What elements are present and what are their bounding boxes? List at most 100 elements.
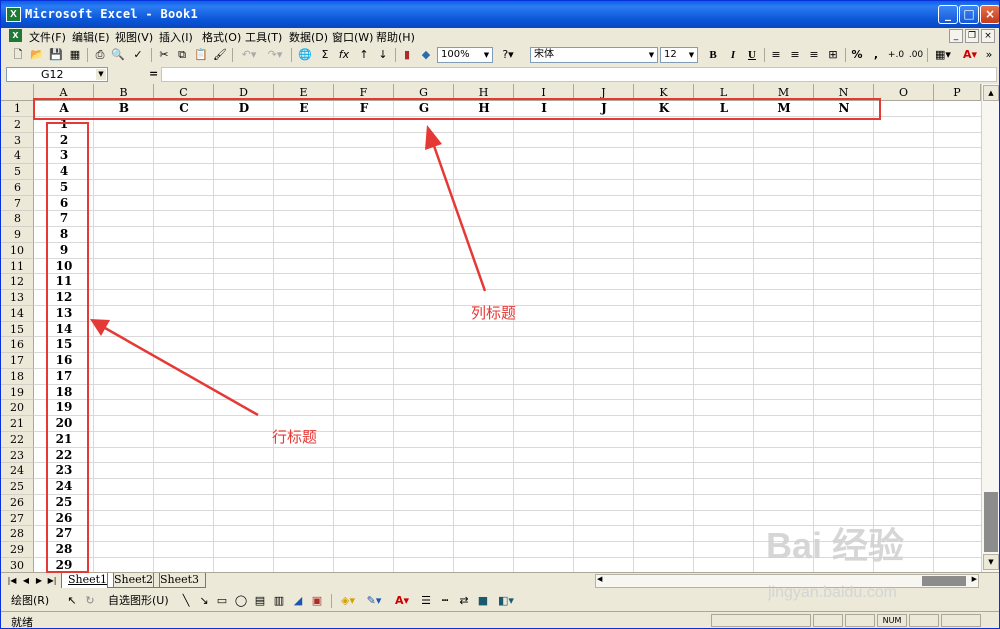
decrease-decimal-icon[interactable]: .00: [907, 47, 925, 63]
rectangle-icon[interactable]: ▭: [215, 593, 229, 609]
row-header[interactable]: 26: [1, 494, 34, 511]
row-header[interactable]: 1: [1, 101, 34, 117]
dash-style-icon[interactable]: ┅: [438, 593, 452, 609]
workbook-icon[interactable]: X: [9, 29, 22, 42]
font-name-select[interactable]: 宋体 ▼: [530, 47, 658, 63]
function-icon[interactable]: fx: [337, 47, 351, 63]
row-header[interactable]: 8: [1, 211, 34, 227]
menu-view[interactable]: 视图(V): [115, 29, 153, 45]
draw-menu[interactable]: 绘图(R): [11, 593, 67, 609]
doc-restore-button[interactable]: ❐: [965, 29, 979, 43]
comma-button[interactable]: ,: [869, 47, 883, 63]
row-header[interactable]: 4: [1, 148, 34, 164]
permission-icon[interactable]: ▦: [68, 47, 82, 63]
save-icon[interactable]: 💾: [49, 47, 63, 63]
last-sheet-icon[interactable]: ▶|: [47, 575, 57, 587]
row-header[interactable]: 22: [1, 431, 34, 448]
row-header[interactable]: 6: [1, 179, 34, 196]
row-header[interactable]: 27: [1, 510, 34, 527]
vertical-textbox-icon[interactable]: ▥: [272, 593, 286, 609]
menu-insert[interactable]: 插入(I): [159, 29, 193, 45]
copy-icon[interactable]: ⧉: [175, 47, 189, 63]
select-all-corner[interactable]: [1, 84, 34, 101]
sort-ascending-icon[interactable]: ↑: [357, 47, 371, 63]
menu-data[interactable]: 数据(D): [289, 29, 328, 45]
row-header[interactable]: 2: [1, 116, 34, 133]
formula-input[interactable]: [161, 67, 997, 82]
zoom-select[interactable]: 100% ▼: [437, 47, 493, 63]
excel-app-icon[interactable]: X: [6, 7, 21, 22]
scroll-right-icon[interactable]: ▶: [972, 575, 977, 583]
row-header[interactable]: 14: [1, 305, 34, 322]
line-icon[interactable]: ╲: [179, 593, 193, 609]
row-header[interactable]: 9: [1, 227, 34, 243]
row-header[interactable]: 11: [1, 258, 34, 275]
paste-icon[interactable]: 📋: [194, 47, 208, 63]
vertical-scroll-thumb[interactable]: [984, 492, 998, 552]
autoshapes-menu[interactable]: 自选图形(U): [108, 593, 178, 609]
rotate-icon[interactable]: ↻: [83, 593, 97, 609]
undo-icon[interactable]: ↶▾: [239, 47, 259, 63]
column-header-p[interactable]: P: [934, 84, 981, 101]
wordart-icon[interactable]: ◢: [291, 593, 305, 609]
align-right-icon[interactable]: ≡: [807, 47, 821, 63]
oval-icon[interactable]: ◯: [234, 593, 248, 609]
print-preview-icon[interactable]: 🔍: [111, 47, 125, 63]
line-color-icon[interactable]: ✎▾: [363, 593, 385, 609]
row-header[interactable]: 23: [1, 447, 34, 464]
close-button[interactable]: ×: [980, 5, 999, 24]
menu-format[interactable]: 格式(O): [202, 29, 241, 45]
font-size-select[interactable]: 12 ▼: [660, 47, 698, 63]
sort-descending-icon[interactable]: ↓: [376, 47, 390, 63]
redo-icon[interactable]: ↷▾: [265, 47, 285, 63]
spelling-icon[interactable]: ✓: [131, 47, 145, 63]
row-header[interactable]: 16: [1, 337, 34, 353]
row-header[interactable]: 30: [1, 557, 34, 572]
toolbar-options-icon[interactable]: »: [984, 47, 994, 63]
row-header[interactable]: 28: [1, 526, 34, 542]
shadow-icon[interactable]: ■: [476, 593, 490, 609]
percent-button[interactable]: %: [850, 47, 864, 63]
3d-style-icon[interactable]: ◧▾: [495, 593, 517, 609]
bold-button[interactable]: B: [706, 47, 720, 63]
menu-tools[interactable]: 工具(T): [245, 29, 282, 45]
font-color-icon[interactable]: A▾: [959, 47, 981, 63]
draw-font-color-icon[interactable]: A▾: [391, 593, 413, 609]
print-icon[interactable]: ⎙: [93, 47, 107, 63]
doc-close-button[interactable]: ×: [981, 29, 995, 43]
name-box[interactable]: G12 ▼: [6, 67, 108, 82]
horizontal-scroll-thumb[interactable]: [922, 576, 966, 586]
row-header[interactable]: 21: [1, 416, 34, 432]
autosum-icon[interactable]: Σ: [318, 47, 332, 63]
row-header[interactable]: 13: [1, 290, 34, 306]
arrow-icon[interactable]: ↘: [197, 593, 211, 609]
scroll-left-icon[interactable]: ◀: [597, 575, 602, 583]
underline-button[interactable]: U: [745, 47, 759, 63]
row-header[interactable]: 5: [1, 164, 34, 180]
select-objects-icon[interactable]: ↖: [65, 593, 79, 609]
help-icon[interactable]: ?▾: [498, 47, 518, 63]
column-header-o[interactable]: O: [874, 84, 934, 101]
maximize-button[interactable]: □: [959, 5, 979, 24]
next-sheet-icon[interactable]: ▶: [34, 575, 44, 587]
row-header[interactable]: 15: [1, 321, 34, 338]
row-header[interactable]: 3: [1, 132, 34, 149]
textbox-icon[interactable]: ▤: [253, 593, 267, 609]
hyperlink-icon[interactable]: 🌐: [298, 47, 312, 63]
scroll-down-icon[interactable]: ▼: [983, 554, 999, 570]
row-header[interactable]: 29: [1, 542, 34, 558]
row-header[interactable]: 10: [1, 242, 34, 259]
row-header[interactable]: 12: [1, 274, 34, 290]
drawing-icon[interactable]: ◆: [419, 47, 433, 63]
line-style-icon[interactable]: ☰: [419, 593, 433, 609]
menu-file[interactable]: 文件(F): [29, 29, 66, 45]
row-header[interactable]: 19: [1, 384, 34, 401]
sheet-tab-sheet3[interactable]: Sheet3: [153, 573, 207, 588]
row-header[interactable]: 24: [1, 463, 34, 479]
prev-sheet-icon[interactable]: ◀: [21, 575, 31, 587]
open-icon[interactable]: 📂: [30, 47, 44, 63]
first-sheet-icon[interactable]: |◀: [7, 575, 17, 587]
scroll-up-icon[interactable]: ▲: [983, 85, 999, 101]
increase-decimal-icon[interactable]: +.0: [887, 47, 905, 63]
menu-window[interactable]: 窗口(W): [332, 29, 373, 45]
